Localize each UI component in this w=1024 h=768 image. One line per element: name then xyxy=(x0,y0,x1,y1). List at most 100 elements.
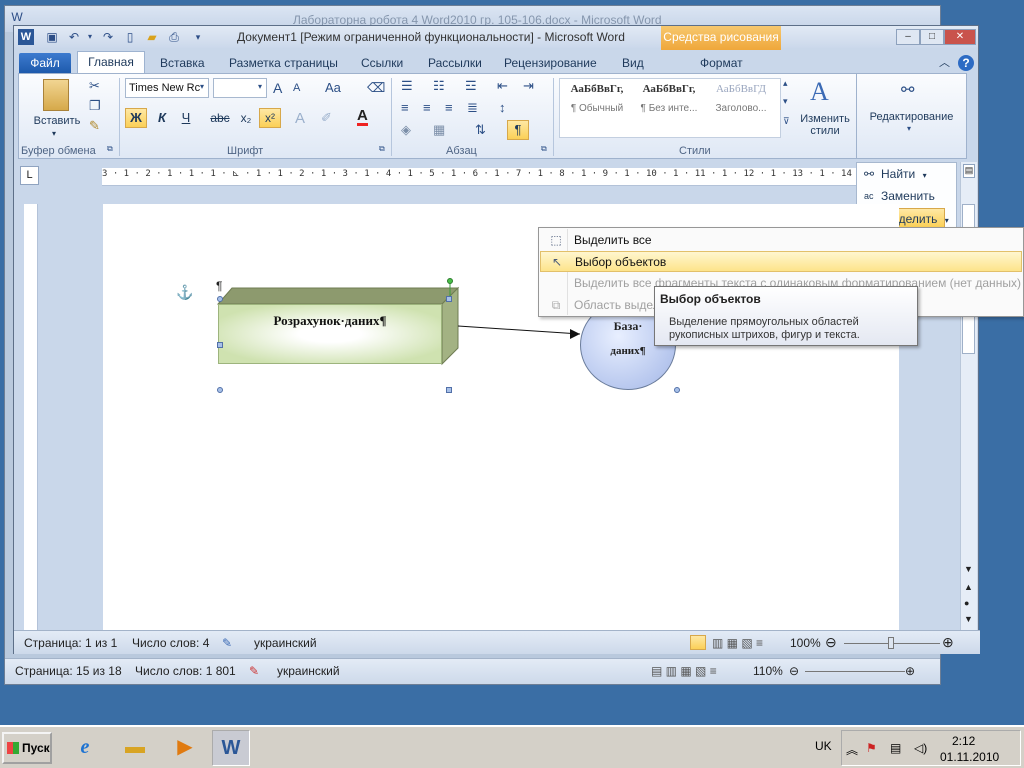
undo-dropdown-icon[interactable]: ▾ xyxy=(82,29,98,45)
tab-page-layout[interactable]: Разметка страницы xyxy=(229,53,338,73)
redo-icon[interactable]: ↷ xyxy=(100,29,116,45)
style-no-spacing[interactable]: АаБбВвГг, ¶ Без инте... xyxy=(634,83,704,135)
title-bar[interactable]: W ▣ ↶ ▾ ↷ ▯ ▰ ⎙ ▾ Документ1 [Режим огран… xyxy=(14,26,978,50)
clock-date[interactable]: 01.11.2010 xyxy=(940,750,999,764)
word-app-icon[interactable]: W xyxy=(18,29,34,45)
justify-icon[interactable]: ≣ xyxy=(467,100,478,116)
background-zoom-out-icon[interactable]: ⊖ xyxy=(789,664,799,678)
word-taskbar-button[interactable]: W xyxy=(212,730,250,766)
find-button[interactable]: ⚯ Найти ▾ xyxy=(861,164,927,184)
multilevel-list-icon[interactable]: ☲ xyxy=(465,78,477,94)
tab-home[interactable]: Главная xyxy=(77,51,145,74)
minimize-button[interactable]: – xyxy=(896,29,920,45)
zoom-in-icon[interactable]: ⊕ xyxy=(942,634,954,651)
shrink-font-icon[interactable]: A xyxy=(293,82,300,94)
maximize-button[interactable]: □ xyxy=(920,29,944,45)
editing-button[interactable]: Редактирование xyxy=(857,110,966,124)
increase-indent-icon[interactable]: ⇥ xyxy=(523,78,534,94)
tab-format[interactable]: Формат xyxy=(700,53,743,73)
bold-button[interactable]: Ж xyxy=(125,108,147,128)
volume-icon[interactable]: ◁) xyxy=(914,741,927,755)
change-styles-button[interactable]: A Изменить стили xyxy=(795,76,853,142)
horizontal-ruler[interactable]: 3 · 1 · 2 · 1 · 1 · 1 · ⊾ · 1 · 1 · 2 · … xyxy=(102,168,856,186)
resize-handle[interactable] xyxy=(217,342,223,348)
resize-handle[interactable] xyxy=(446,387,452,393)
editing-dropdown-icon[interactable]: ▾ xyxy=(907,124,911,133)
paste-button[interactable]: Вставить ▾ xyxy=(29,76,83,140)
styles-scroll-down-icon[interactable]: ▾ xyxy=(783,96,788,107)
other-view-buttons[interactable]: ▥ ▦ ▧ ≡ xyxy=(712,636,763,650)
start-button[interactable]: Пуск xyxy=(2,732,52,764)
clock-time[interactable]: 2:12 xyxy=(952,734,975,748)
save-icon[interactable]: ▣ xyxy=(44,29,60,45)
resize-handle[interactable] xyxy=(446,296,452,302)
resize-handle[interactable] xyxy=(674,387,680,393)
font-name-dropdown-icon[interactable]: ▾ xyxy=(200,82,204,91)
minimize-ribbon-icon[interactable]: ︿ xyxy=(939,53,950,73)
explorer-folder-icon[interactable]: ▬ xyxy=(116,730,154,766)
align-center-icon[interactable]: ≡ xyxy=(423,100,431,115)
font-name-field[interactable]: Times New Rc xyxy=(125,78,209,98)
align-left-icon[interactable]: ≡ xyxy=(401,100,409,115)
background-language[interactable]: украинский xyxy=(277,664,340,678)
language-indicator[interactable]: украинский xyxy=(254,636,317,650)
print-layout-view-icon[interactable] xyxy=(690,635,706,650)
font-dialog-launcher-icon[interactable]: ⧉ xyxy=(379,144,385,154)
zoom-out-icon[interactable]: ⊖ xyxy=(825,634,837,651)
language-indicator[interactable]: UK xyxy=(815,739,832,753)
word-count[interactable]: Число слов: 4 xyxy=(132,636,209,650)
clipboard-dialog-launcher-icon[interactable]: ⧉ xyxy=(107,144,113,154)
customize-toolbar-icon[interactable]: ▾ xyxy=(190,29,206,45)
superscript-button[interactable]: x² xyxy=(259,108,281,128)
close-button[interactable]: ✕ xyxy=(944,29,976,45)
background-zoom-level[interactable]: 110% xyxy=(753,664,783,678)
tab-mailings[interactable]: Рассылки xyxy=(428,53,482,73)
next-page-icon[interactable]: ▼ xyxy=(964,614,973,624)
show-formatting-marks-button[interactable]: ¶ xyxy=(507,120,529,140)
help-icon[interactable]: ? xyxy=(958,55,974,71)
undo-icon[interactable]: ↶ xyxy=(66,29,82,45)
numbering-icon[interactable]: ☷ xyxy=(433,78,445,94)
background-zoom-slider[interactable] xyxy=(805,671,905,672)
media-player-icon[interactable]: ▶ xyxy=(166,730,204,766)
line-spacing-icon[interactable]: ↕ xyxy=(499,100,506,115)
cube-shape[interactable]: Розрахунок·даних¶ xyxy=(218,304,442,364)
underline-button[interactable]: Ч xyxy=(175,108,197,128)
vertical-ruler[interactable] xyxy=(24,204,38,634)
align-right-icon[interactable]: ≡ xyxy=(445,100,453,115)
tab-file[interactable]: Файл xyxy=(19,53,71,73)
previous-page-icon[interactable]: ▲ xyxy=(964,582,973,592)
shading-icon[interactable]: ◈ xyxy=(401,122,411,138)
borders-icon[interactable]: ▦ xyxy=(433,122,445,138)
styles-scroll-up-icon[interactable]: ▴ xyxy=(783,78,788,89)
scroll-down-icon[interactable]: ▼ xyxy=(964,564,973,574)
background-word-count[interactable]: Число слов: 1 801 xyxy=(135,664,236,678)
proofing-icon[interactable]: ✎ xyxy=(222,636,232,650)
rotation-handle[interactable] xyxy=(447,278,453,284)
bullets-icon[interactable]: ☰ xyxy=(401,78,413,94)
background-page-count[interactable]: Страница: 15 из 18 xyxy=(15,664,122,678)
network-icon[interactable]: ▤ xyxy=(890,741,901,755)
replace-button[interactable]: ac Заменить xyxy=(861,186,935,206)
cut-icon[interactable]: ✂ xyxy=(89,78,100,94)
background-view-buttons[interactable]: ▤ ▥ ▦ ▧ ≡ xyxy=(651,664,717,678)
internet-explorer-icon[interactable]: e xyxy=(66,730,104,766)
browse-object-icon[interactable]: ● xyxy=(964,598,969,608)
font-size-dropdown-icon[interactable]: ▾ xyxy=(258,82,262,91)
show-hidden-icons-icon[interactable]: ︽ xyxy=(846,741,858,758)
tab-insert[interactable]: Вставка xyxy=(160,53,205,73)
format-painter-icon[interactable]: ✎ xyxy=(89,118,100,134)
strikethrough-button[interactable]: abc xyxy=(207,108,233,128)
font-color-icon[interactable]: A xyxy=(357,108,368,126)
copy-icon[interactable]: ❐ xyxy=(89,98,101,114)
zoom-slider-thumb[interactable] xyxy=(888,637,894,649)
page-count[interactable]: Страница: 1 из 1 xyxy=(24,636,117,650)
background-zoom-in-icon[interactable]: ⊕ xyxy=(905,664,915,678)
tab-view[interactable]: Вид xyxy=(622,53,644,73)
resize-handle[interactable] xyxy=(217,296,223,302)
sort-icon[interactable]: ⇅ xyxy=(475,122,486,138)
styles-more-icon[interactable]: ⊽ xyxy=(783,116,790,127)
open-folder-icon[interactable]: ▰ xyxy=(144,29,160,45)
menu-item-select-objects[interactable]: ↖ Выбор объектов xyxy=(540,251,1022,272)
text-effects-icon[interactable]: A xyxy=(295,110,305,127)
